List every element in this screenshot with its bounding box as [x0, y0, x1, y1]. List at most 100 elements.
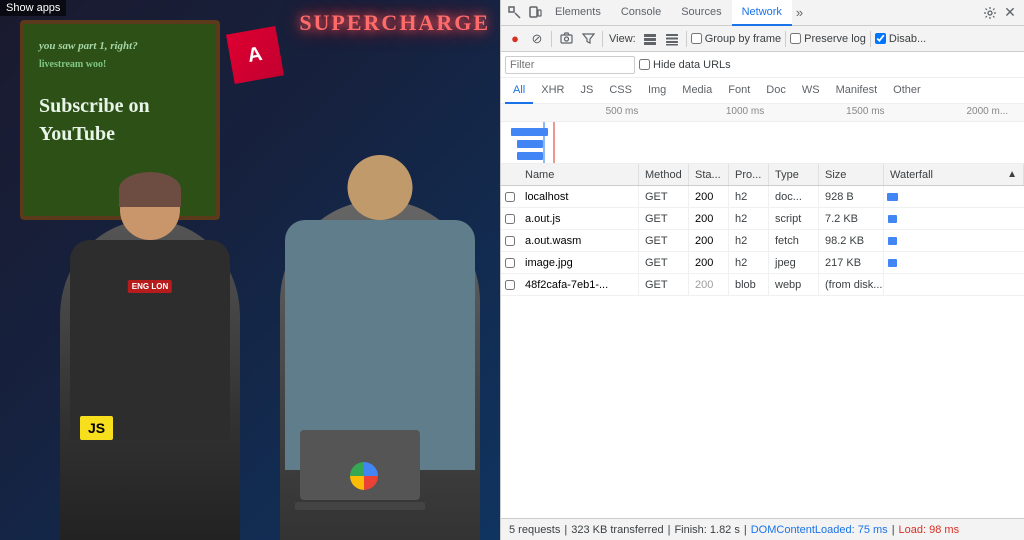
res-tab-ws[interactable]: WS — [794, 78, 828, 104]
devtools-tabs-bar: Elements Console Sources Network » ✕ — [501, 0, 1024, 26]
res-tab-css-label: CSS — [609, 84, 632, 96]
sort-icon: ▲ — [1007, 169, 1017, 180]
res-tab-other[interactable]: Other — [885, 78, 929, 104]
th-name[interactable]: Name — [519, 164, 639, 185]
inspect-icon-btn[interactable] — [505, 3, 525, 23]
td-waterfall — [884, 252, 1024, 273]
row-checkbox[interactable] — [505, 236, 515, 246]
res-tab-img[interactable]: Img — [640, 78, 674, 104]
view-small-btn[interactable] — [662, 29, 682, 49]
tab-elements[interactable]: Elements — [545, 0, 611, 26]
res-tab-js-label: JS — [580, 84, 593, 96]
network-table: Name Method Sta... Pro... Type Size Wate… — [501, 164, 1024, 518]
devtools-settings-icon[interactable] — [980, 3, 1000, 23]
td-type: webp — [769, 274, 819, 295]
status-separator-4: | — [892, 524, 895, 536]
hide-data-urls-label[interactable]: Hide data URLs — [639, 59, 731, 71]
td-waterfall — [884, 230, 1024, 251]
tab-more-icon: » — [796, 5, 803, 20]
row-checkbox-cell — [501, 258, 519, 268]
device-icon-btn[interactable] — [525, 3, 545, 23]
row-checkbox-cell — [501, 214, 519, 224]
th-protocol[interactable]: Pro... — [729, 164, 769, 185]
group-by-frame-checkbox[interactable] — [691, 33, 702, 44]
devtools-close-btn[interactable]: ✕ — [1000, 3, 1020, 23]
js-text: JS — [88, 420, 105, 436]
res-tab-xhr-label: XHR — [541, 84, 564, 96]
tab-console-label: Console — [621, 6, 661, 18]
td-waterfall — [884, 186, 1024, 207]
neon-text: SUPERCHARGE — [299, 10, 490, 35]
toolbar-divider-4 — [785, 31, 786, 47]
table-row[interactable]: 48f2cafa-7eb1-... GET 200 blob webp (fro… — [501, 274, 1024, 296]
status-load: Load: 98 ms — [899, 524, 960, 536]
table-row[interactable]: localhost GET 200 h2 doc... 928 B — [501, 186, 1024, 208]
tab-network[interactable]: Network — [732, 0, 792, 26]
toolbar-divider-3 — [686, 31, 687, 47]
th-size[interactable]: Size — [819, 164, 884, 185]
th-method[interactable]: Method — [639, 164, 689, 185]
res-tab-js[interactable]: JS — [572, 78, 601, 104]
capture-screenshot-btn[interactable] — [556, 29, 576, 49]
tab-sources[interactable]: Sources — [671, 0, 731, 26]
td-method: GET — [639, 252, 689, 273]
view-requests-btn[interactable] — [640, 29, 660, 49]
load-marker — [553, 122, 555, 163]
record-btn[interactable]: ● — [505, 29, 525, 49]
res-tab-xhr[interactable]: XHR — [533, 78, 572, 104]
chalk-line2: livestream woo! — [39, 58, 201, 72]
row-checkbox-cell — [501, 280, 519, 290]
group-by-frame-text: Group by frame — [705, 33, 781, 45]
preserve-log-label[interactable]: Preserve log — [790, 33, 866, 45]
timeline-bar-area — [501, 122, 1024, 163]
status-separator-3: | — [744, 524, 747, 536]
td-name: image.jpg — [519, 252, 639, 273]
res-tab-all[interactable]: All — [505, 78, 533, 104]
table-row[interactable]: a.out.wasm GET 200 h2 fetch 98.2 KB — [501, 230, 1024, 252]
td-protocol: h2 — [729, 208, 769, 229]
res-tab-doc[interactable]: Doc — [758, 78, 794, 104]
disable-cache-checkbox[interactable] — [875, 33, 886, 44]
tab-console[interactable]: Console — [611, 0, 671, 26]
status-finish: Finish: 1.82 s — [674, 524, 739, 536]
filter-btn[interactable] — [578, 29, 598, 49]
res-tab-font[interactable]: Font — [720, 78, 758, 104]
filter-input[interactable] — [505, 56, 635, 74]
group-by-frame-label[interactable]: Group by frame — [691, 33, 781, 45]
res-tab-media[interactable]: Media — [674, 78, 720, 104]
preserve-log-checkbox[interactable] — [790, 33, 801, 44]
row-checkbox[interactable] — [505, 258, 515, 268]
res-tab-font-label: Font — [728, 84, 750, 96]
timeline-mark-2000: 2000 m... — [966, 106, 1008, 117]
table-row[interactable]: a.out.js GET 200 h2 script 7.2 KB — [501, 208, 1024, 230]
row-checkbox[interactable] — [505, 192, 515, 202]
th-waterfall[interactable]: Waterfall ▲ — [884, 164, 1024, 185]
res-tab-manifest[interactable]: Manifest — [828, 78, 886, 104]
hide-data-urls-checkbox[interactable] — [639, 59, 650, 70]
td-method: GET — [639, 230, 689, 251]
toolbar-divider-5 — [870, 31, 871, 47]
td-type: fetch — [769, 230, 819, 251]
preserve-log-text: Preserve log — [804, 33, 866, 45]
table-row[interactable]: image.jpg GET 200 h2 jpeg 217 KB — [501, 252, 1024, 274]
disable-cache-text: Disab... — [889, 33, 926, 45]
disable-cache-label[interactable]: Disab... — [875, 33, 926, 45]
res-tab-css[interactable]: CSS — [601, 78, 640, 104]
show-apps-bar[interactable]: Show apps — [0, 0, 66, 16]
td-name: a.out.wasm — [519, 230, 639, 251]
tab-more-btn[interactable]: » — [792, 5, 807, 20]
clear-btn[interactable]: ⊘ — [527, 29, 547, 49]
td-size: 928 B — [819, 186, 884, 207]
status-separator-1: | — [564, 524, 567, 536]
th-method-label: Method — [645, 169, 682, 181]
th-type[interactable]: Type — [769, 164, 819, 185]
row-checkbox[interactable] — [505, 214, 515, 224]
th-protocol-label: Pro... — [735, 169, 761, 181]
row-checkbox[interactable] — [505, 280, 515, 290]
res-tab-doc-label: Doc — [766, 84, 786, 96]
td-status: 200 — [689, 186, 729, 207]
video-panel: Show apps you saw part 1, right? livestr… — [0, 0, 500, 540]
res-tab-ws-label: WS — [802, 84, 820, 96]
person2 — [280, 200, 480, 540]
th-status[interactable]: Sta... — [689, 164, 729, 185]
